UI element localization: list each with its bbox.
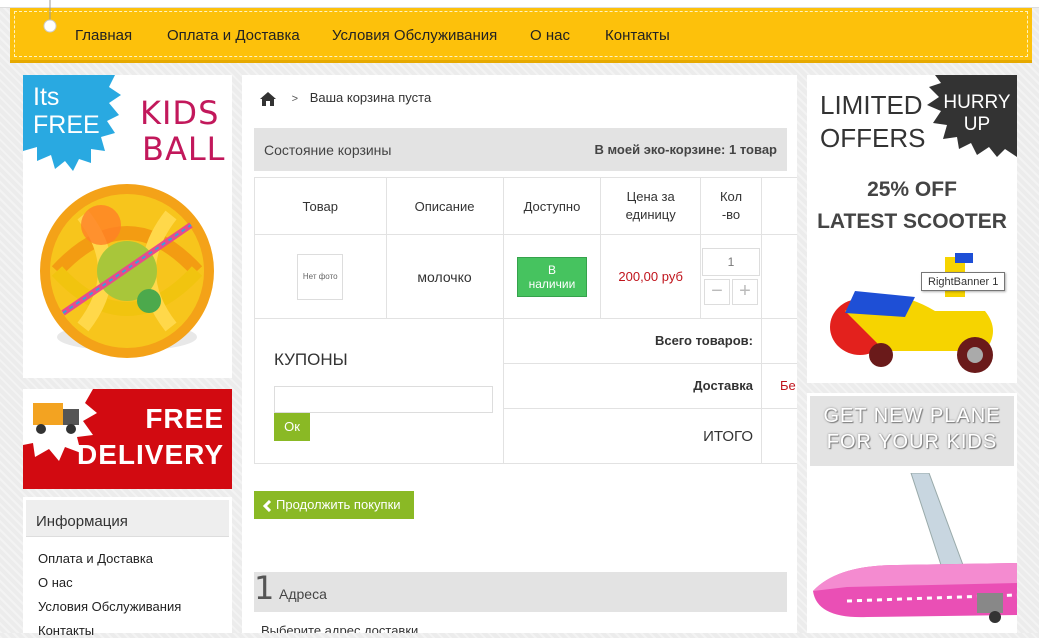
- item-extra-cell: [761, 234, 797, 319]
- cart-summary-prefix: В моей эко-корзине:: [594, 142, 726, 157]
- info-link-about[interactable]: О нас: [38, 575, 73, 590]
- breadcrumb-separator: >: [291, 93, 299, 105]
- kids-ball-title: KIDS BALL: [140, 95, 226, 167]
- offers-text: OFFERS: [820, 123, 926, 153]
- nav-item-about[interactable]: О нас: [530, 27, 570, 44]
- total-products-value: [761, 318, 797, 364]
- banner-tooltip: RightBanner 1: [921, 272, 1006, 291]
- col-header-qty: Кол-во: [700, 177, 762, 235]
- nav-item-home[interactable]: Главная: [75, 27, 132, 44]
- info-link-contacts[interactable]: Контакты: [38, 623, 94, 638]
- title-ball: BALL: [142, 130, 226, 168]
- info-box: Информация Оплата и Доставка О нас Услов…: [23, 497, 232, 638]
- cart-summary-count: 1 товар: [729, 142, 777, 157]
- toy-plane-image: [813, 473, 1017, 623]
- limited-text: LIMITED: [820, 90, 923, 120]
- limited-offers-title: LIMITED OFFERS: [820, 89, 925, 155]
- toy-scooter-image: [830, 253, 993, 373]
- offer-product: LATEST SCOOTER: [817, 210, 1007, 233]
- free-delivery-banner[interactable]: FREE DELIVERY: [23, 389, 232, 489]
- col-header-availability: Доступно: [502, 177, 602, 235]
- continue-shopping-button[interactable]: Продолжить покупки: [254, 491, 414, 519]
- cart-item-row: Нет фото молочко В наличии 200,00 руб 1 …: [254, 234, 797, 319]
- col-header-description: Описание: [385, 177, 504, 235]
- cart-table: Товар Описание Доступно Цена за единицу …: [254, 177, 797, 464]
- qty-minus-button[interactable]: −: [704, 279, 730, 305]
- info-link-terms[interactable]: Условия Обслуживания: [38, 599, 181, 614]
- in-stock-badge: В наличии: [516, 256, 587, 297]
- qty-plus-button[interactable]: +: [732, 279, 758, 305]
- hanging-ornament-icon: [43, 0, 57, 33]
- qty-input[interactable]: 1: [702, 248, 760, 276]
- nav-item-terms[interactable]: Условия Обслуживания: [332, 27, 497, 44]
- address-step-bar: 1 Адреса: [254, 569, 787, 612]
- delivery-value: Бе: [761, 362, 797, 410]
- col-header-qty-text: Кол-во: [719, 189, 743, 222]
- main-nav: Главная Оплата и Доставка Условия Обслуж…: [10, 0, 1032, 63]
- nav-item-contacts[interactable]: Контакты: [605, 27, 670, 44]
- unit-price: 200,00 руб: [600, 234, 701, 319]
- hurry-text: HURRY: [943, 92, 1011, 113]
- offer-percent: 25% OFF: [867, 178, 957, 201]
- cart-summary: В моей эко-корзине: 1 товар: [594, 142, 777, 157]
- info-link-payment-delivery[interactable]: Оплата и Доставка: [38, 551, 153, 566]
- address-step-title: Адреса: [279, 586, 327, 602]
- in-stock-text: В наличии: [528, 262, 576, 291]
- col-header-extra: [761, 177, 797, 235]
- coupons-area: КУПОНЫ Ок: [256, 320, 502, 462]
- free-text: FREE: [145, 403, 224, 434]
- continue-shopping-label: Продолжить покупки: [276, 497, 401, 512]
- coupons-title: КУПОНЫ: [274, 350, 348, 369]
- right-column: HURRY UP LIMITED OFFERS 25% OFF LATEST S…: [807, 75, 1017, 633]
- badge-text-its: Its: [33, 83, 60, 111]
- choose-address-label: Выберите адрес доставки: [261, 623, 419, 633]
- title-kids: KIDS: [140, 94, 220, 132]
- its-free-badge: Its FREE: [33, 83, 100, 139]
- breadcrumb-current: Ваша корзина пуста: [309, 90, 432, 105]
- total-label: ИТОГО: [502, 408, 763, 464]
- product-thumbnail[interactable]: Нет фото: [297, 253, 344, 300]
- kids-ball-banner[interactable]: Its FREE KIDS BALL: [23, 75, 232, 378]
- nav-item-payment-delivery[interactable]: Оплата и Доставка: [167, 27, 300, 44]
- breadcrumb: > Ваша корзина пуста: [260, 90, 431, 110]
- info-title: Информация: [26, 500, 229, 537]
- col-header-unit-price: Цена за единицу: [600, 177, 701, 235]
- qty-cell: 1 − +: [700, 234, 762, 319]
- delivery-text: DELIVERY: [77, 439, 224, 470]
- plane-banner-text: GET NEW PLANE FOR YOUR KIDS: [810, 403, 1014, 455]
- badge-text-free: FREE: [33, 111, 100, 139]
- total-products-label: Всего товаров:: [502, 318, 763, 364]
- chevron-left-icon: [262, 499, 272, 512]
- new-plane-banner[interactable]: GET NEW PLANE FOR YOUR KIDS: [807, 393, 1017, 633]
- plane-text-line1: GET NEW PLANE: [823, 405, 1001, 427]
- cart-status-title: Состояние корзины: [264, 142, 392, 158]
- limited-offers-banner[interactable]: HURRY UP LIMITED OFFERS 25% OFF LATEST S…: [807, 75, 1017, 383]
- cart-status-bar: Состояние корзины В моей эко-корзине: 1 …: [254, 128, 787, 171]
- total-value: [761, 408, 797, 464]
- delivery-label: Доставка: [502, 362, 763, 410]
- availability-cell: В наличии: [502, 234, 602, 319]
- home-icon[interactable]: [260, 91, 276, 106]
- coupons-cell: КУПОНЫ Ок: [254, 318, 504, 464]
- product-name[interactable]: молочко: [385, 234, 504, 319]
- plane-text-line2: FOR YOUR KIDS: [826, 431, 998, 453]
- cart-item-photo-cell: Нет фото: [254, 234, 387, 319]
- coupon-ok-button[interactable]: Ок: [274, 413, 310, 441]
- scooter-offer-text: 25% OFF LATEST SCOOTER: [807, 174, 1017, 238]
- col-header-product: Товар: [254, 177, 387, 235]
- free-delivery-text: FREE DELIVERY: [77, 401, 224, 473]
- cart-header-row: Товар Описание Доступно Цена за единицу …: [254, 177, 797, 235]
- coupon-input[interactable]: [274, 386, 493, 413]
- hurry-up-text: HURRY UP: [937, 92, 1017, 136]
- qty-steppers: − +: [702, 279, 760, 305]
- address-step-number: 1: [254, 569, 275, 607]
- col-header-unit-price-text: Цена за единицу: [625, 189, 676, 222]
- totals-row-products: КУПОНЫ Ок Всего товаров:: [254, 318, 797, 464]
- main-content: > Ваша корзина пуста Состояние корзины В…: [242, 75, 797, 633]
- up-text: UP: [963, 114, 991, 135]
